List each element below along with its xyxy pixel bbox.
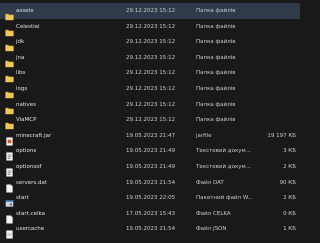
folder-icon [5, 22, 14, 36]
file-name: usercache [16, 226, 45, 233]
file-modified-date: 19.05.2023 21:49 [126, 164, 176, 170]
file-type: Папка файлів [196, 39, 236, 46]
file-name: optionsof [16, 164, 42, 170]
file-type: Папка файлів [196, 86, 236, 92]
file-size: 19 197 КБ [267, 132, 296, 139]
file-type: Папка файлів [196, 23, 236, 30]
folder-row[interactable]: natives 29.12.2023 15:12 Папка файлів [0, 97, 300, 114]
folder-icon [5, 53, 14, 67]
folder-row[interactable]: jna 29.12.2023 15:12 Папка файлів [0, 50, 300, 67]
file-row[interactable]: start 19.05.2023 22:05 Пакетний файл W... 2… [0, 190, 300, 207]
file-modified-date: 29.12.2023 15:12 [126, 23, 176, 30]
file-icon [5, 209, 14, 224]
file-modified-date: 19.05.2023 21:47 [126, 132, 176, 139]
file-name: jna [16, 54, 25, 61]
dat-file-icon [5, 178, 14, 193]
batch-file-icon [5, 193, 14, 207]
file-modified-date: 29.12.2023 15:12 [126, 70, 176, 77]
file-modified-date: 19.05.2023 21:49 [126, 148, 176, 155]
file-row[interactable]: minecraft.jar 19.05.2023 21:47 jarfile 19 1… [0, 128, 300, 146]
file-type: Папка файлів [196, 101, 236, 108]
file-modified-date: 17.05.2023 15:43 [126, 210, 176, 217]
folder-row[interactable]: logs 29.12.2023 15:12 Папка файлів [0, 81, 300, 99]
file-modified-date: 29.12.2023 15:12 [126, 117, 176, 124]
folder-icon [5, 6, 14, 21]
file-size: 3 КБ [283, 148, 296, 155]
file-modified-date: 29.12.2023 15:12 [126, 8, 176, 14]
file-type: Папка файлів [196, 8, 236, 14]
folder-icon [5, 84, 14, 99]
file-modified-date: 29.12.2023 15:12 [126, 86, 176, 92]
file-modified-date: 29.12.2023 15:12 [126, 54, 176, 61]
text-file-icon [5, 162, 14, 177]
folder-row[interactable]: libs 29.12.2023 15:12 Папка файлів [0, 65, 300, 83]
file-modified-date: 19.05.2023 21:54 [126, 179, 176, 186]
folder-icon [5, 100, 14, 114]
file-row[interactable]: usercache 19.05.2023 21:54 Файл JSON 1 КБ [0, 221, 300, 239]
file-row[interactable]: start.celka 17.05.2023 15:43 Файл CELKA 0 К… [0, 206, 300, 224]
file-name: minecraft.jar [16, 132, 52, 139]
file-modified-date: 19.05.2023 21:54 [126, 226, 176, 233]
file-modified-date: 19.05.2023 22:05 [126, 195, 176, 202]
file-type: Папка файлів [196, 117, 236, 124]
file-type: Папка файлів [196, 70, 236, 77]
file-size: 2 КБ [283, 195, 296, 202]
file-name: natives [16, 101, 37, 108]
file-name: options [16, 148, 37, 155]
jar-file-icon [5, 131, 14, 146]
file-row[interactable]: servers.dat 19.05.2023 21:54 Файл DAT 90 КБ [0, 175, 300, 193]
file-size: 0 КБ [283, 210, 296, 217]
file-name: libs [16, 70, 26, 77]
file-name: ViaMCP [16, 117, 37, 124]
file-modified-date: 29.12.2023 15:12 [126, 101, 176, 108]
file-name: servers.dat [16, 179, 48, 186]
folder-icon [5, 68, 14, 83]
text-file-icon [5, 146, 14, 161]
folder-icon [5, 115, 14, 130]
folder-icon [5, 37, 14, 52]
file-name: jdk [16, 39, 25, 46]
file-name: start.celka [16, 210, 45, 217]
file-name: start [16, 195, 29, 202]
folder-row[interactable]: ViaMCP 29.12.2023 15:12 Папка файлів [0, 112, 300, 130]
file-size: 2 КБ [283, 164, 296, 170]
file-list: assets 29.12.2023 15:12 Папка файлів Celest… [0, 0, 300, 240]
file-name: logs [16, 86, 28, 92]
file-row[interactable]: options 19.05.2023 21:49 Текстовий докум..… [0, 143, 300, 161]
file-size: 1 КБ [283, 226, 296, 233]
file-row[interactable]: optionsof 19.05.2023 21:49 Текстовий докум… [0, 159, 300, 177]
file-name: assets [16, 8, 34, 14]
file-size: 90 КБ [279, 179, 296, 186]
folder-row[interactable]: jdk 29.12.2023 15:12 Папка файлів [0, 34, 300, 52]
file-type: Папка файлів [196, 54, 236, 61]
file-name: Celestial [16, 23, 40, 30]
folder-row[interactable]: Celestial 29.12.2023 15:12 Папка файлів [0, 19, 300, 36]
json-file-icon [5, 224, 14, 239]
file-modified-date: 29.12.2023 15:12 [126, 39, 176, 46]
folder-row[interactable]: assets 29.12.2023 15:12 Папка файлів [0, 3, 300, 21]
